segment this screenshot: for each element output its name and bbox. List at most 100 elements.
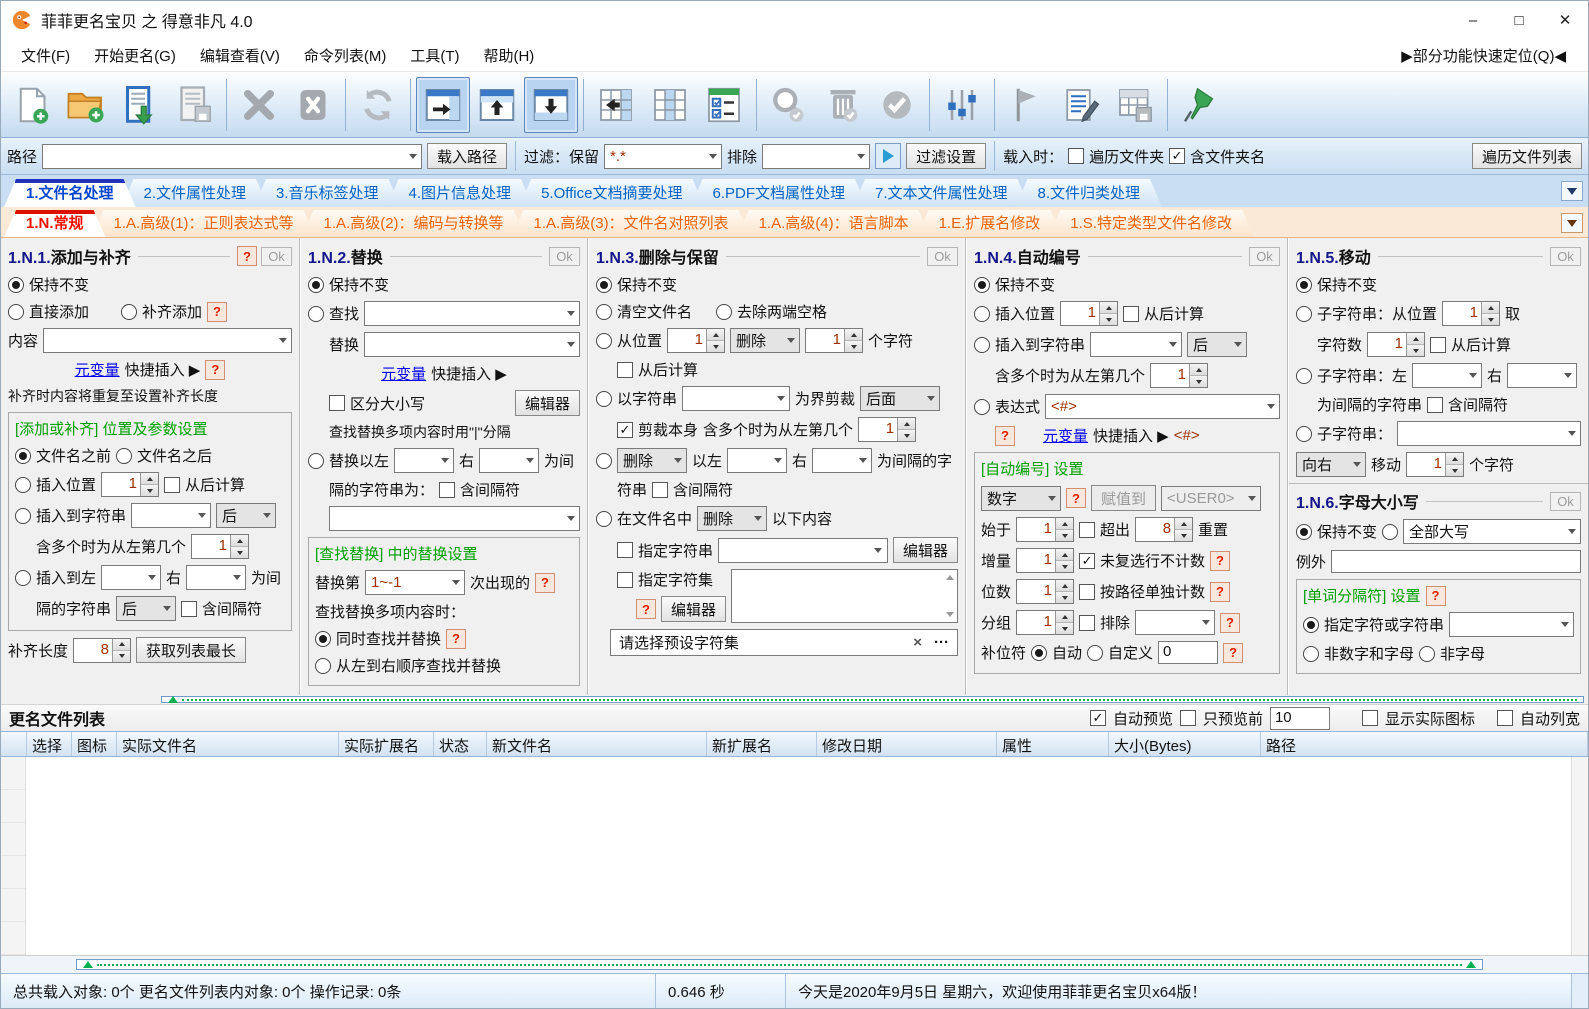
- direct-add-radio[interactable]: [8, 303, 24, 320]
- clear-icon[interactable]: ×: [913, 634, 922, 651]
- help-button[interactable]: ?: [1210, 550, 1231, 571]
- multi-index-spinner[interactable]: 1: [1150, 363, 1209, 388]
- chevron-down-icon[interactable]: [562, 302, 579, 325]
- auto-pad-radio[interactable]: [1031, 644, 1048, 661]
- horizontal-splitter[interactable]: [1, 956, 1588, 973]
- chevron-down-icon[interactable]: [854, 449, 871, 472]
- before-name-radio[interactable]: [15, 447, 31, 464]
- col-path[interactable]: 路径: [1261, 732, 1588, 756]
- chevron-down-icon[interactable]: [852, 145, 869, 168]
- help-button[interactable]: ?: [207, 301, 228, 322]
- before-after-combo[interactable]: 后: [1187, 332, 1248, 357]
- direction-combo[interactable]: 向右: [1296, 452, 1366, 477]
- keep-radio[interactable]: [1296, 276, 1312, 293]
- col-original-name[interactable]: 实际文件名: [117, 732, 339, 756]
- right-sep-combo[interactable]: [479, 448, 540, 473]
- spec-char-radio[interactable]: [1303, 616, 1319, 633]
- load-path-button[interactable]: 载入路径: [427, 143, 508, 169]
- editor-button[interactable]: 编辑器: [892, 537, 958, 563]
- per-path-checkbox[interactable]: [1079, 583, 1096, 600]
- edit-log-icon[interactable]: [1054, 77, 1108, 133]
- tab-file-attr[interactable]: 2.文件属性处理: [122, 179, 269, 207]
- traverse-folders-checkbox[interactable]: [1068, 148, 1085, 164]
- nth-combo[interactable]: 1~-1: [365, 570, 466, 595]
- help-button[interactable]: ?: [636, 599, 656, 619]
- col-icon[interactable]: 图标: [72, 732, 117, 756]
- subtab-encoding[interactable]: 1.A.高级(2)：编码与转换等: [302, 210, 526, 237]
- chevron-down-icon[interactable]: [870, 539, 887, 562]
- apply-check-icon[interactable]: [870, 77, 924, 133]
- pad-add-radio[interactable]: [121, 303, 138, 320]
- menu-command-list[interactable]: 命令列表(M): [292, 41, 399, 70]
- chevron-down-icon[interactable]: [158, 597, 175, 620]
- editor-button[interactable]: 编辑器: [661, 596, 727, 622]
- left-sep-combo[interactable]: [101, 565, 162, 590]
- more-icon[interactable]: ···: [934, 634, 949, 651]
- delete-keep-combo[interactable]: 删除: [730, 328, 801, 353]
- keep-radio[interactable]: [974, 276, 990, 293]
- right-sep-combo[interactable]: [1507, 363, 1578, 388]
- overflow-checkbox[interactable]: [1079, 521, 1096, 538]
- preview-count-input[interactable]: 10: [1269, 706, 1330, 730]
- keep-radio[interactable]: [1296, 523, 1312, 540]
- spec-string-combo[interactable]: [718, 537, 888, 563]
- case-sensitive-checkbox[interactable]: [329, 395, 345, 411]
- assign-to-button[interactable]: 赋值到: [1091, 485, 1157, 511]
- chevron-down-icon[interactable]: [274, 329, 291, 352]
- skip-unchecked-checkbox[interactable]: [1079, 552, 1096, 569]
- from-end-checkbox[interactable]: [1123, 305, 1140, 322]
- subtab-compare-list[interactable]: 1.A.高级(3)：文件名对照列表: [512, 210, 751, 237]
- meta-variable-link[interactable]: 元变量: [75, 359, 120, 380]
- char-count-spinner[interactable]: 1: [1367, 332, 1426, 357]
- help-button[interactable]: ?: [205, 359, 226, 380]
- sub-pos-radio[interactable]: [1296, 305, 1312, 322]
- col-status[interactable]: 状态: [434, 732, 487, 756]
- insert-to-string-radio[interactable]: [974, 336, 990, 353]
- chevron-down-icon[interactable]: [669, 449, 686, 472]
- preset-charset-combo[interactable]: 请选择预设字符集 × ···: [610, 629, 958, 656]
- chevron-down-icon[interactable]: [1563, 520, 1580, 543]
- ordered-radio[interactable]: [315, 657, 331, 674]
- insert-pos-radio[interactable]: [974, 305, 990, 322]
- col-original-ext[interactable]: 实际扩展名: [339, 732, 434, 756]
- chevron-down-icon[interactable]: [228, 566, 245, 589]
- maximize-button[interactable]: □: [1496, 1, 1542, 39]
- non-alnum-radio[interactable]: [1303, 645, 1319, 662]
- sub-tabs-dropdown-icon[interactable]: [1561, 213, 1583, 233]
- left-sep-combo[interactable]: [1412, 363, 1483, 388]
- chevron-down-icon[interactable]: [1164, 333, 1181, 356]
- left-sep-combo[interactable]: [394, 448, 455, 473]
- ok-button[interactable]: Ok: [261, 246, 292, 266]
- from-end-checkbox[interactable]: [164, 476, 181, 493]
- delete-box-icon[interactable]: [286, 77, 340, 133]
- help-button[interactable]: ?: [1223, 642, 1244, 663]
- sub-string-combo[interactable]: [1397, 421, 1581, 446]
- chevron-down-icon[interactable]: [1262, 395, 1279, 418]
- tab-pdf-attr[interactable]: 6.PDF文档属性处理: [690, 179, 867, 207]
- sub-string-radio[interactable]: [1296, 425, 1312, 442]
- expression-combo[interactable]: <#>: [1045, 394, 1280, 419]
- close-button[interactable]: ✕: [1542, 1, 1588, 39]
- file-list-body[interactable]: [1, 757, 1588, 956]
- left-sep-combo[interactable]: [727, 448, 788, 473]
- tab-file-classify[interactable]: 8.文件归类处理: [1016, 179, 1163, 207]
- chevron-down-icon[interactable]: [1197, 611, 1214, 634]
- chevron-down-icon[interactable]: [1229, 333, 1246, 356]
- flag-icon[interactable]: [1000, 77, 1054, 133]
- in-name-radio[interactable]: [596, 510, 612, 527]
- assign-target-combo[interactable]: <USER0>: [1161, 485, 1262, 511]
- insert-pos-radio[interactable]: [15, 476, 31, 493]
- insert-string-combo[interactable]: [131, 503, 212, 528]
- ok-button[interactable]: Ok: [927, 246, 958, 266]
- keep-radio[interactable]: [308, 276, 324, 293]
- delete-keep-combo[interactable]: 删除: [617, 448, 687, 473]
- insert-to-string-radio[interactable]: [15, 507, 31, 524]
- expression-radio[interactable]: [974, 398, 990, 415]
- case-mode-combo[interactable]: 全部大写: [1403, 519, 1581, 544]
- subtab-regex[interactable]: 1.A.高级(1)：正则表达式等: [92, 210, 316, 237]
- exclude-combo[interactable]: [1135, 610, 1216, 635]
- chevron-down-icon[interactable]: [1348, 453, 1365, 476]
- help-button[interactable]: ?: [1066, 488, 1086, 508]
- include-sep-checkbox[interactable]: [1427, 396, 1444, 413]
- chevron-down-icon[interactable]: [1043, 487, 1060, 510]
